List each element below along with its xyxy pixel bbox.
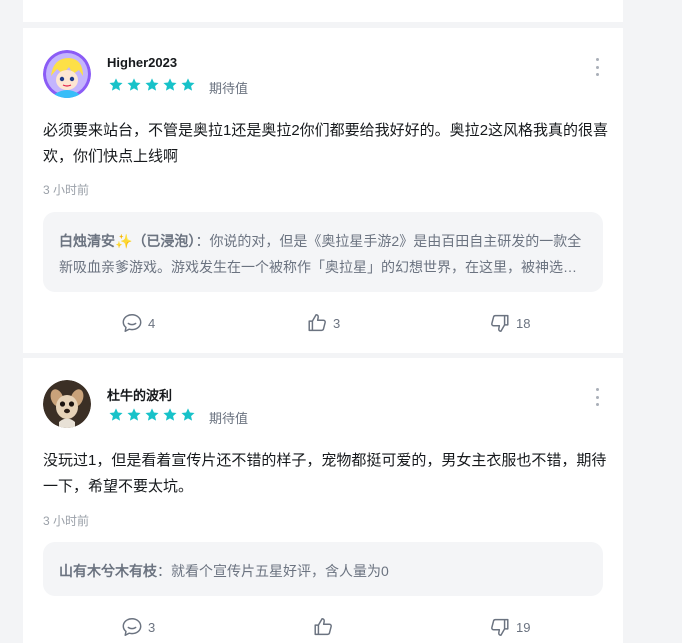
dislike-count: 19 <box>516 619 531 635</box>
username[interactable]: 杜牛的波利 <box>107 385 172 404</box>
star-icon <box>180 407 196 423</box>
star-icon <box>126 77 142 93</box>
thumbs-down-icon <box>489 616 511 638</box>
comment-bubble-icon[interactable] <box>123 0 143 4</box>
star-icon <box>180 77 196 93</box>
comment-time: 3 小时前 <box>43 514 90 528</box>
star-icon <box>144 77 160 93</box>
anime-avatar-icon[interactable] <box>43 50 91 98</box>
star-icon <box>144 407 160 423</box>
dog-photo-avatar-icon[interactable] <box>43 380 91 428</box>
username[interactable]: Higher2023 <box>107 55 177 70</box>
star-icon <box>162 407 178 423</box>
more-vertical-icon[interactable] <box>593 388 601 406</box>
thumbs-up-icon <box>306 312 328 334</box>
dislike-button[interactable]: 19 <box>489 614 530 640</box>
more-vertical-icon[interactable] <box>593 58 601 76</box>
comment-card: 杜牛的波利 期待值 没玩过1，但是看着宣传片还不错的样子，宠物都挺可爱的，男女主… <box>23 358 623 643</box>
reply-author[interactable]: 山有木兮木有枝 <box>59 563 157 579</box>
comment-text: 没玩过1，但是看着宣传片还不错的样子，宠物都挺可爱的，男女主衣服也不错，期待一下… <box>43 452 607 495</box>
reply-preview[interactable]: 山有木兮木有枝：就看个宣传片五星好评，含人量为0 <box>43 542 603 596</box>
star-icon <box>108 77 124 93</box>
like-count: 3 <box>333 315 341 331</box>
thumbs-up-icon[interactable] <box>306 0 326 4</box>
star-rating <box>108 77 196 93</box>
rating-label: 期待值 <box>209 411 249 426</box>
thumbs-down-icon[interactable] <box>501 0 521 4</box>
thumbs-up-icon <box>312 616 334 638</box>
thumbs-down-icon <box>489 312 511 334</box>
comment-button[interactable]: 4 <box>121 310 155 336</box>
previous-comment-actions <box>23 0 623 12</box>
comment-bubble-icon <box>121 616 143 638</box>
star-icon <box>162 77 178 93</box>
reply-content: 白烛清安✨（已浸泡）：你说的对，但是《奥拉星手游2》是由百田自主研发的一款全新吸… <box>59 228 587 280</box>
comment-actions: 4 3 18 <box>23 310 623 336</box>
reply-preview[interactable]: 白烛清安✨（已浸泡）：你说的对，但是《奥拉星手游2》是由百田自主研发的一款全新吸… <box>43 212 603 292</box>
star-icon <box>108 407 124 423</box>
reply-separator: ： <box>195 233 210 249</box>
reply-text: 就看个宣传片五星好评，含人量为0 <box>171 563 389 579</box>
comment-bubble-icon <box>121 312 143 334</box>
comment-time: 3 小时前 <box>43 183 90 197</box>
comment-actions: 3 19 <box>23 614 623 640</box>
reply-content: 山有木兮木有枝：就看个宣传片五星好评，含人量为0 <box>59 558 587 584</box>
star-rating <box>108 407 196 423</box>
rating-label: 期待值 <box>209 81 249 96</box>
comment-text: 必须要来站台，不管是奥拉1还是奥拉2你们都要给我好好的。奥拉2这风格我真的很喜欢… <box>43 122 609 165</box>
dislike-button[interactable]: 18 <box>489 310 530 336</box>
previous-comment-card <box>23 0 623 22</box>
reply-author[interactable]: 白烛清安✨（已浸泡） <box>59 233 195 249</box>
comment-count: 4 <box>148 315 156 331</box>
comment-card: Higher2023 期待值 必须要来站台，不管是奥拉1还是奥拉2你们都要给我好… <box>23 28 623 353</box>
comment-count: 3 <box>148 619 156 635</box>
comment-button[interactable]: 3 <box>121 614 155 640</box>
like-button[interactable] <box>312 614 339 640</box>
dislike-count: 18 <box>516 315 531 331</box>
like-button[interactable]: 3 <box>306 310 340 336</box>
reply-separator: ： <box>157 563 171 579</box>
star-icon <box>126 407 142 423</box>
